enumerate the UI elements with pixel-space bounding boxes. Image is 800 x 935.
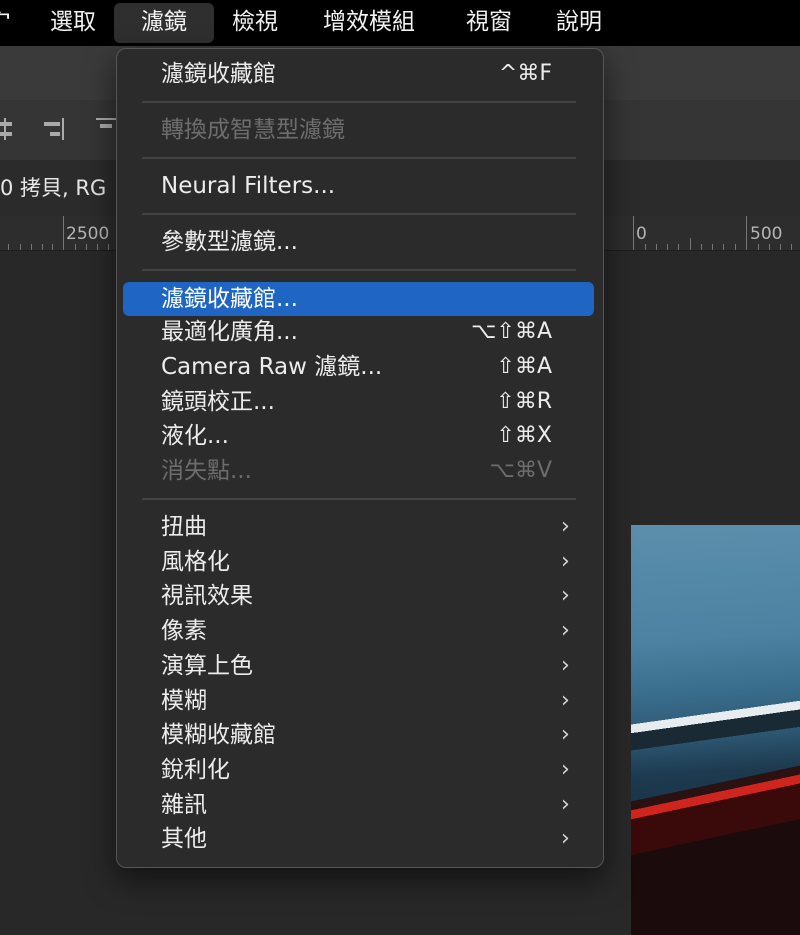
ruler-tick xyxy=(52,244,53,250)
chevron-right-icon: › xyxy=(561,792,570,817)
ruler-tick xyxy=(735,244,736,250)
submenu-stylize[interactable]: 風格化 xyxy=(161,548,230,576)
submenu-pixelate[interactable]: 像素 xyxy=(161,617,207,645)
submenu-blur[interactable]: 模糊 xyxy=(161,687,207,715)
menu-bar-item-filter[interactable]: 濾鏡 xyxy=(114,3,214,43)
align-right-edges-icon[interactable] xyxy=(42,118,66,140)
menu-item-shortcut: ⌥⇧⌘A xyxy=(471,319,552,344)
menu-separator xyxy=(142,213,576,215)
ruler-tick xyxy=(746,216,747,250)
ruler-tick xyxy=(667,244,668,250)
ruler-tick xyxy=(20,244,21,250)
chevron-right-icon: › xyxy=(561,514,570,539)
ruler-tick xyxy=(8,244,9,250)
ruler-tick xyxy=(791,244,792,250)
ruler-label: 500 xyxy=(750,224,783,244)
menu-item-camera-raw-filter[interactable]: Camera Raw 濾鏡... xyxy=(161,353,382,381)
chevron-right-icon: › xyxy=(561,757,570,782)
menu-bar-item-plugins[interactable]: 增效模組 xyxy=(323,0,415,46)
menu-item-shortcut: ⌥⌘V xyxy=(489,458,552,483)
menu-item-shortcut: ⇧⌘X xyxy=(496,423,552,448)
menu-item-neural-filters[interactable]: Neural Filters... xyxy=(161,172,335,200)
ruler-tick xyxy=(690,238,691,250)
menu-item-filter-gallery[interactable]: 濾鏡收藏館... xyxy=(161,285,298,313)
menu-separator xyxy=(142,269,576,271)
menu-bar-item-partial[interactable]: 宀 xyxy=(0,0,11,46)
chevron-right-icon: › xyxy=(561,618,570,643)
ruler-tick xyxy=(97,244,98,250)
document-tab-title[interactable]: 0 拷貝, RG xyxy=(0,172,106,202)
submenu-render[interactable]: 演算上色 xyxy=(161,652,253,680)
menu-bar-item-select[interactable]: 選取 xyxy=(50,0,96,46)
ruler-tick xyxy=(633,216,634,250)
menu-bar-item-window[interactable]: 視窗 xyxy=(466,0,512,46)
ruler-tick xyxy=(656,244,657,250)
submenu-video[interactable]: 視訊效果 xyxy=(161,582,253,610)
ruler-tick xyxy=(108,244,109,250)
ruler-tick xyxy=(780,244,781,250)
menu-item-vanishing-point: 消失點... xyxy=(161,458,252,484)
menu-bar: 宀 選取 濾鏡 檢視 增效模組 視窗 說明 xyxy=(0,0,800,46)
ruler-tick xyxy=(712,244,713,250)
menu-item-adaptive-wide-angle[interactable]: 最適化廣角... xyxy=(161,318,298,346)
menu-separator xyxy=(142,101,576,103)
ruler-tick xyxy=(645,244,646,250)
menu-item-lens-correction[interactable]: 鏡頭校正... xyxy=(161,388,275,416)
chevron-right-icon: › xyxy=(561,722,570,747)
ruler-tick xyxy=(723,244,724,250)
menu-item-convert-smart-filters: 轉換成智慧型濾鏡 xyxy=(161,117,345,143)
ruler-tick xyxy=(678,244,679,250)
submenu-noise[interactable]: 雜訊 xyxy=(161,791,207,819)
ruler-tick xyxy=(75,244,76,250)
menu-bar-item-view[interactable]: 檢視 xyxy=(232,0,278,46)
menu-item-parametric-filters[interactable]: 參數型濾鏡... xyxy=(161,228,298,256)
submenu-blur-gallery[interactable]: 模糊收藏館 xyxy=(161,721,276,749)
menu-separator xyxy=(142,498,576,500)
menu-item-last-filter[interactable]: 濾鏡收藏館 xyxy=(161,60,276,88)
menu-item-shortcut: ⇧⌘R xyxy=(496,389,552,414)
ruler-tick xyxy=(769,244,770,250)
submenu-other[interactable]: 其他 xyxy=(161,825,207,853)
submenu-distort[interactable]: 扭曲 xyxy=(161,513,207,541)
align-horizontal-center-icon[interactable] xyxy=(0,118,18,140)
ruler-tick xyxy=(86,244,87,250)
document-image[interactable] xyxy=(631,525,800,935)
chevron-right-icon: › xyxy=(561,688,570,713)
menu-item-shortcut: ^⌘F xyxy=(498,61,552,86)
chevron-right-icon: › xyxy=(561,549,570,574)
menu-item-shortcut: ⇧⌘A xyxy=(496,354,552,379)
ruler-tick xyxy=(31,244,32,250)
chevron-right-icon: › xyxy=(561,826,570,851)
chevron-right-icon: › xyxy=(561,653,570,678)
submenu-sharpen[interactable]: 銳利化 xyxy=(161,756,230,784)
ruler-label: 2500 xyxy=(66,224,110,244)
ruler-label: 0 xyxy=(636,224,647,244)
menu-separator xyxy=(142,157,576,159)
ruler-tick xyxy=(701,244,702,250)
menu-bar-item-help[interactable]: 說明 xyxy=(556,0,602,46)
menu-item-liquify[interactable]: 液化... xyxy=(161,422,229,450)
ruler-tick xyxy=(42,244,43,250)
ruler-tick xyxy=(758,244,759,250)
chevron-right-icon: › xyxy=(561,583,570,608)
ruler-tick xyxy=(63,216,64,250)
